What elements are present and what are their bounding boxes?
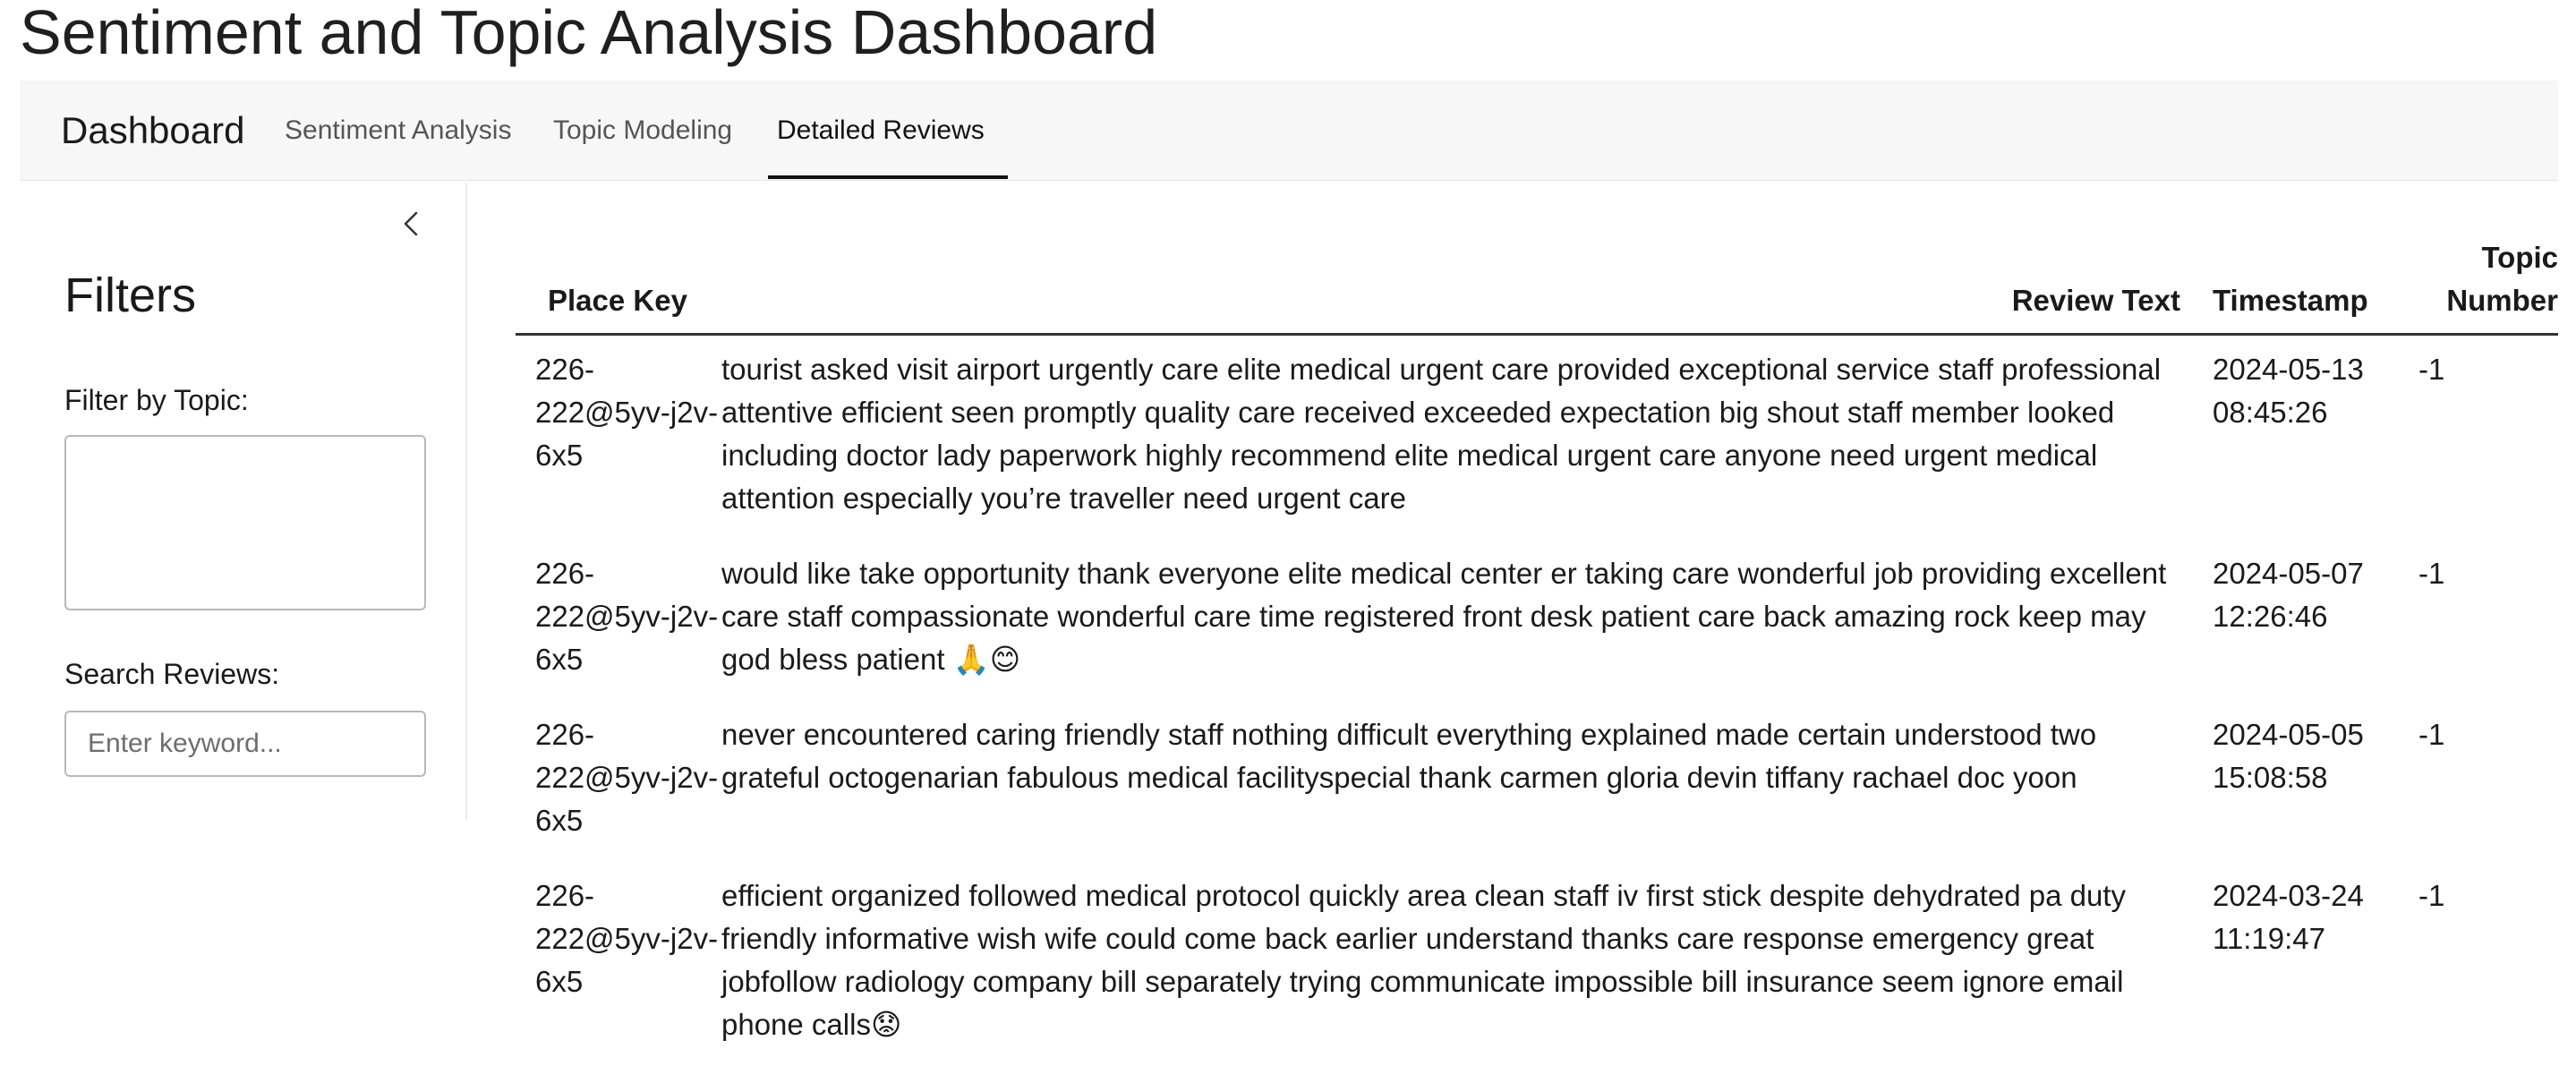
table-row: 226-222@5yv-j2v-6x5 efficient organized … xyxy=(516,862,2558,1066)
timestamp-cell: 2024-05-13 08:45:26 xyxy=(2213,353,2364,429)
filters-sidebar: Filters Filter by Topic: Search Reviews: xyxy=(20,183,467,820)
review-text-cell: would like take opportunity thank everyo… xyxy=(721,557,2167,676)
topic-filter-select[interactable] xyxy=(64,435,426,610)
timestamp-cell: 2024-05-07 12:26:46 xyxy=(2213,557,2364,633)
column-header-timestamp[interactable]: Timestamp xyxy=(2213,236,2413,336)
filter-by-topic-label: Filter by Topic: xyxy=(64,384,249,416)
search-reviews-input[interactable] xyxy=(64,711,426,777)
chevron-left-icon xyxy=(404,211,418,236)
navbar-brand[interactable]: Dashboard xyxy=(61,106,244,156)
place-key-cell: 226-222@5yv-j2v-6x5 xyxy=(535,353,719,472)
topic-number-cell: -1 xyxy=(2418,353,2445,386)
tab-topic-modeling[interactable]: Topic Modeling xyxy=(553,113,732,149)
topic-number-cell: -1 xyxy=(2418,879,2445,912)
search-reviews-label: Search Reviews: xyxy=(64,658,280,690)
filters-heading: Filters xyxy=(64,269,196,322)
timestamp-cell: 2024-05-05 15:08:58 xyxy=(2213,718,2364,794)
reviews-table: Place Key Review Text Timestamp Topic Nu… xyxy=(516,236,2558,1066)
review-text-cell: never encountered caring friendly staff … xyxy=(721,718,2097,794)
place-key-cell: 226-222@5yv-j2v-6x5 xyxy=(535,557,719,676)
page-title: Sentiment and Topic Analysis Dashboard xyxy=(20,0,1158,67)
tab-detailed-reviews[interactable]: Detailed Reviews xyxy=(777,113,985,149)
table-row: 226-222@5yv-j2v-6x5 would like take oppo… xyxy=(516,540,2558,701)
review-text-cell: tourist asked visit airport urgently car… xyxy=(721,353,2162,515)
table-row: 226-222@5yv-j2v-6x5 never encountered ca… xyxy=(516,701,2558,862)
table-header-row: Place Key Review Text Timestamp Topic Nu… xyxy=(516,236,2558,336)
collapse-sidebar-button[interactable] xyxy=(396,208,428,240)
review-text-cell: efficient organized followed medical pro… xyxy=(721,879,2126,1041)
timestamp-cell: 2024-03-24 11:19:47 xyxy=(2213,879,2364,955)
place-key-cell: 226-222@5yv-j2v-6x5 xyxy=(535,879,719,998)
column-header-topic-number[interactable]: Topic Number xyxy=(2413,236,2558,336)
column-header-place-key[interactable]: Place Key xyxy=(516,236,721,336)
column-header-review-text[interactable]: Review Text xyxy=(721,236,2213,336)
top-navbar: Dashboard Sentiment Analysis Topic Model… xyxy=(20,81,2558,181)
place-key-cell: 226-222@5yv-j2v-6x5 xyxy=(535,718,719,837)
topic-number-cell: -1 xyxy=(2418,557,2445,590)
topic-number-cell: -1 xyxy=(2418,718,2445,751)
active-tab-indicator xyxy=(768,175,1008,179)
table-row: 226-222@5yv-j2v-6x5 tourist asked visit … xyxy=(516,335,2558,541)
tab-sentiment-analysis[interactable]: Sentiment Analysis xyxy=(285,113,511,149)
